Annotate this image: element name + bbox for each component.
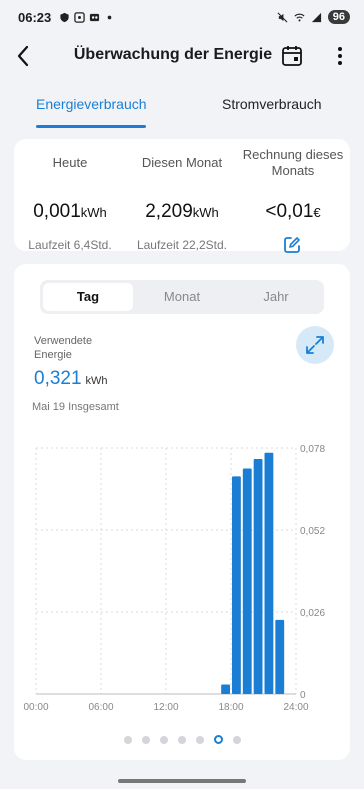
page-title: Überwachung der Energie bbox=[73, 46, 273, 63]
status-bar: 06:23 96 bbox=[0, 0, 364, 34]
used-energy-label: Verwendete Energie bbox=[34, 335, 93, 361]
summary-label: Heute bbox=[52, 155, 88, 170]
gallery-icon bbox=[90, 13, 100, 21]
pager-dot[interactable] bbox=[123, 736, 132, 744]
pager-dot[interactable] bbox=[177, 736, 186, 744]
summary-runtime: Laufzeit 22,2Std. bbox=[136, 238, 228, 252]
summary-label: Rechnung dieses Monats bbox=[242, 147, 344, 178]
expand-icon bbox=[306, 336, 324, 354]
y-tick-label: 0 bbox=[300, 690, 306, 701]
home-indicator bbox=[118, 779, 246, 783]
battery-indicator: 96 bbox=[327, 10, 350, 24]
summary-value: 2,209kWh bbox=[145, 201, 219, 222]
shield-icon bbox=[60, 12, 69, 22]
wifi-icon bbox=[294, 13, 305, 21]
dot-icon bbox=[107, 15, 112, 19]
summary-label: Diesen Monat bbox=[141, 155, 223, 170]
pager-dot[interactable] bbox=[141, 736, 150, 744]
segment-tag[interactable]: Tag bbox=[43, 283, 133, 311]
more-vert-icon[interactable] bbox=[330, 44, 350, 68]
status-time: 06:23 bbox=[18, 9, 52, 25]
signal-icon bbox=[311, 12, 321, 22]
page-indicator bbox=[14, 735, 350, 744]
x-tick-label: 18:00 bbox=[218, 702, 243, 713]
status-right: 96 bbox=[277, 10, 350, 24]
x-tick-label: 24:00 bbox=[283, 702, 308, 713]
chart-bar bbox=[242, 468, 252, 694]
x-tick-label: 12:00 bbox=[153, 702, 178, 713]
pager-dot[interactable] bbox=[213, 735, 223, 744]
summary-value: 0,001kWh bbox=[33, 201, 107, 222]
summary-card: Heute 0,001kWh Laufzeit 6,4Std. Diesen M… bbox=[14, 139, 350, 253]
x-tick-label: 00:00 bbox=[23, 702, 48, 713]
summary-today: Heute 0,001kWh Laufzeit 6,4Std. bbox=[14, 147, 126, 252]
tab-stromverbrauch[interactable]: Stromverbrauch bbox=[222, 96, 322, 112]
chart-bar bbox=[232, 476, 241, 694]
pager-dot[interactable] bbox=[195, 736, 204, 744]
used-energy-value: 0,321 kWh bbox=[34, 368, 108, 389]
chart-bar bbox=[253, 459, 263, 694]
pager-dot[interactable] bbox=[159, 736, 168, 744]
tab-bar: Energieverbrauch Stromverbrauch bbox=[0, 88, 364, 128]
x-tick-label: 06:00 bbox=[88, 702, 113, 713]
screenshot-icon bbox=[74, 11, 85, 23]
app-bar: Überwachung der Energie bbox=[0, 34, 364, 78]
tab-indicator bbox=[36, 125, 146, 128]
tab-energieverbrauch[interactable]: Energieverbrauch bbox=[36, 96, 147, 112]
summary-runtime: Laufzeit 6,4Std. bbox=[28, 238, 112, 252]
y-tick-label: 0,052 bbox=[300, 526, 325, 537]
chart-bar bbox=[221, 684, 230, 694]
segment-jahr[interactable]: Jahr bbox=[231, 283, 321, 311]
summary-month: Diesen Monat 2,209kWh Laufzeit 22,2Std. bbox=[126, 147, 238, 252]
summary-value: <0,01€ bbox=[265, 201, 321, 222]
period-segmented-control: Tag Monat Jahr bbox=[40, 280, 324, 314]
pager-dot[interactable] bbox=[232, 736, 241, 744]
energy-bar-chart: 0,078 0,052 0,026 0 00:00 06:00 12:00 18:00 24:0… bbox=[23, 444, 325, 713]
chart-bar bbox=[264, 452, 274, 694]
calendar-icon[interactable] bbox=[280, 44, 304, 68]
y-tick-label: 0,078 bbox=[300, 444, 325, 455]
edit-icon[interactable] bbox=[283, 236, 301, 254]
summary-bill: Rechnung dieses Monats <0,01€ bbox=[236, 147, 350, 253]
date-total-label: Mai 19 Insgesamt bbox=[32, 401, 119, 413]
chart-bar bbox=[275, 619, 285, 694]
expand-button[interactable] bbox=[296, 326, 334, 364]
segment-monat[interactable]: Monat bbox=[137, 283, 227, 311]
chart-card: Tag Monat Jahr Verwendete Energie 0,321 k… bbox=[14, 264, 350, 760]
mute-icon bbox=[277, 12, 288, 22]
notification-icons bbox=[59, 11, 115, 23]
y-tick-label: 0,026 bbox=[300, 608, 325, 619]
